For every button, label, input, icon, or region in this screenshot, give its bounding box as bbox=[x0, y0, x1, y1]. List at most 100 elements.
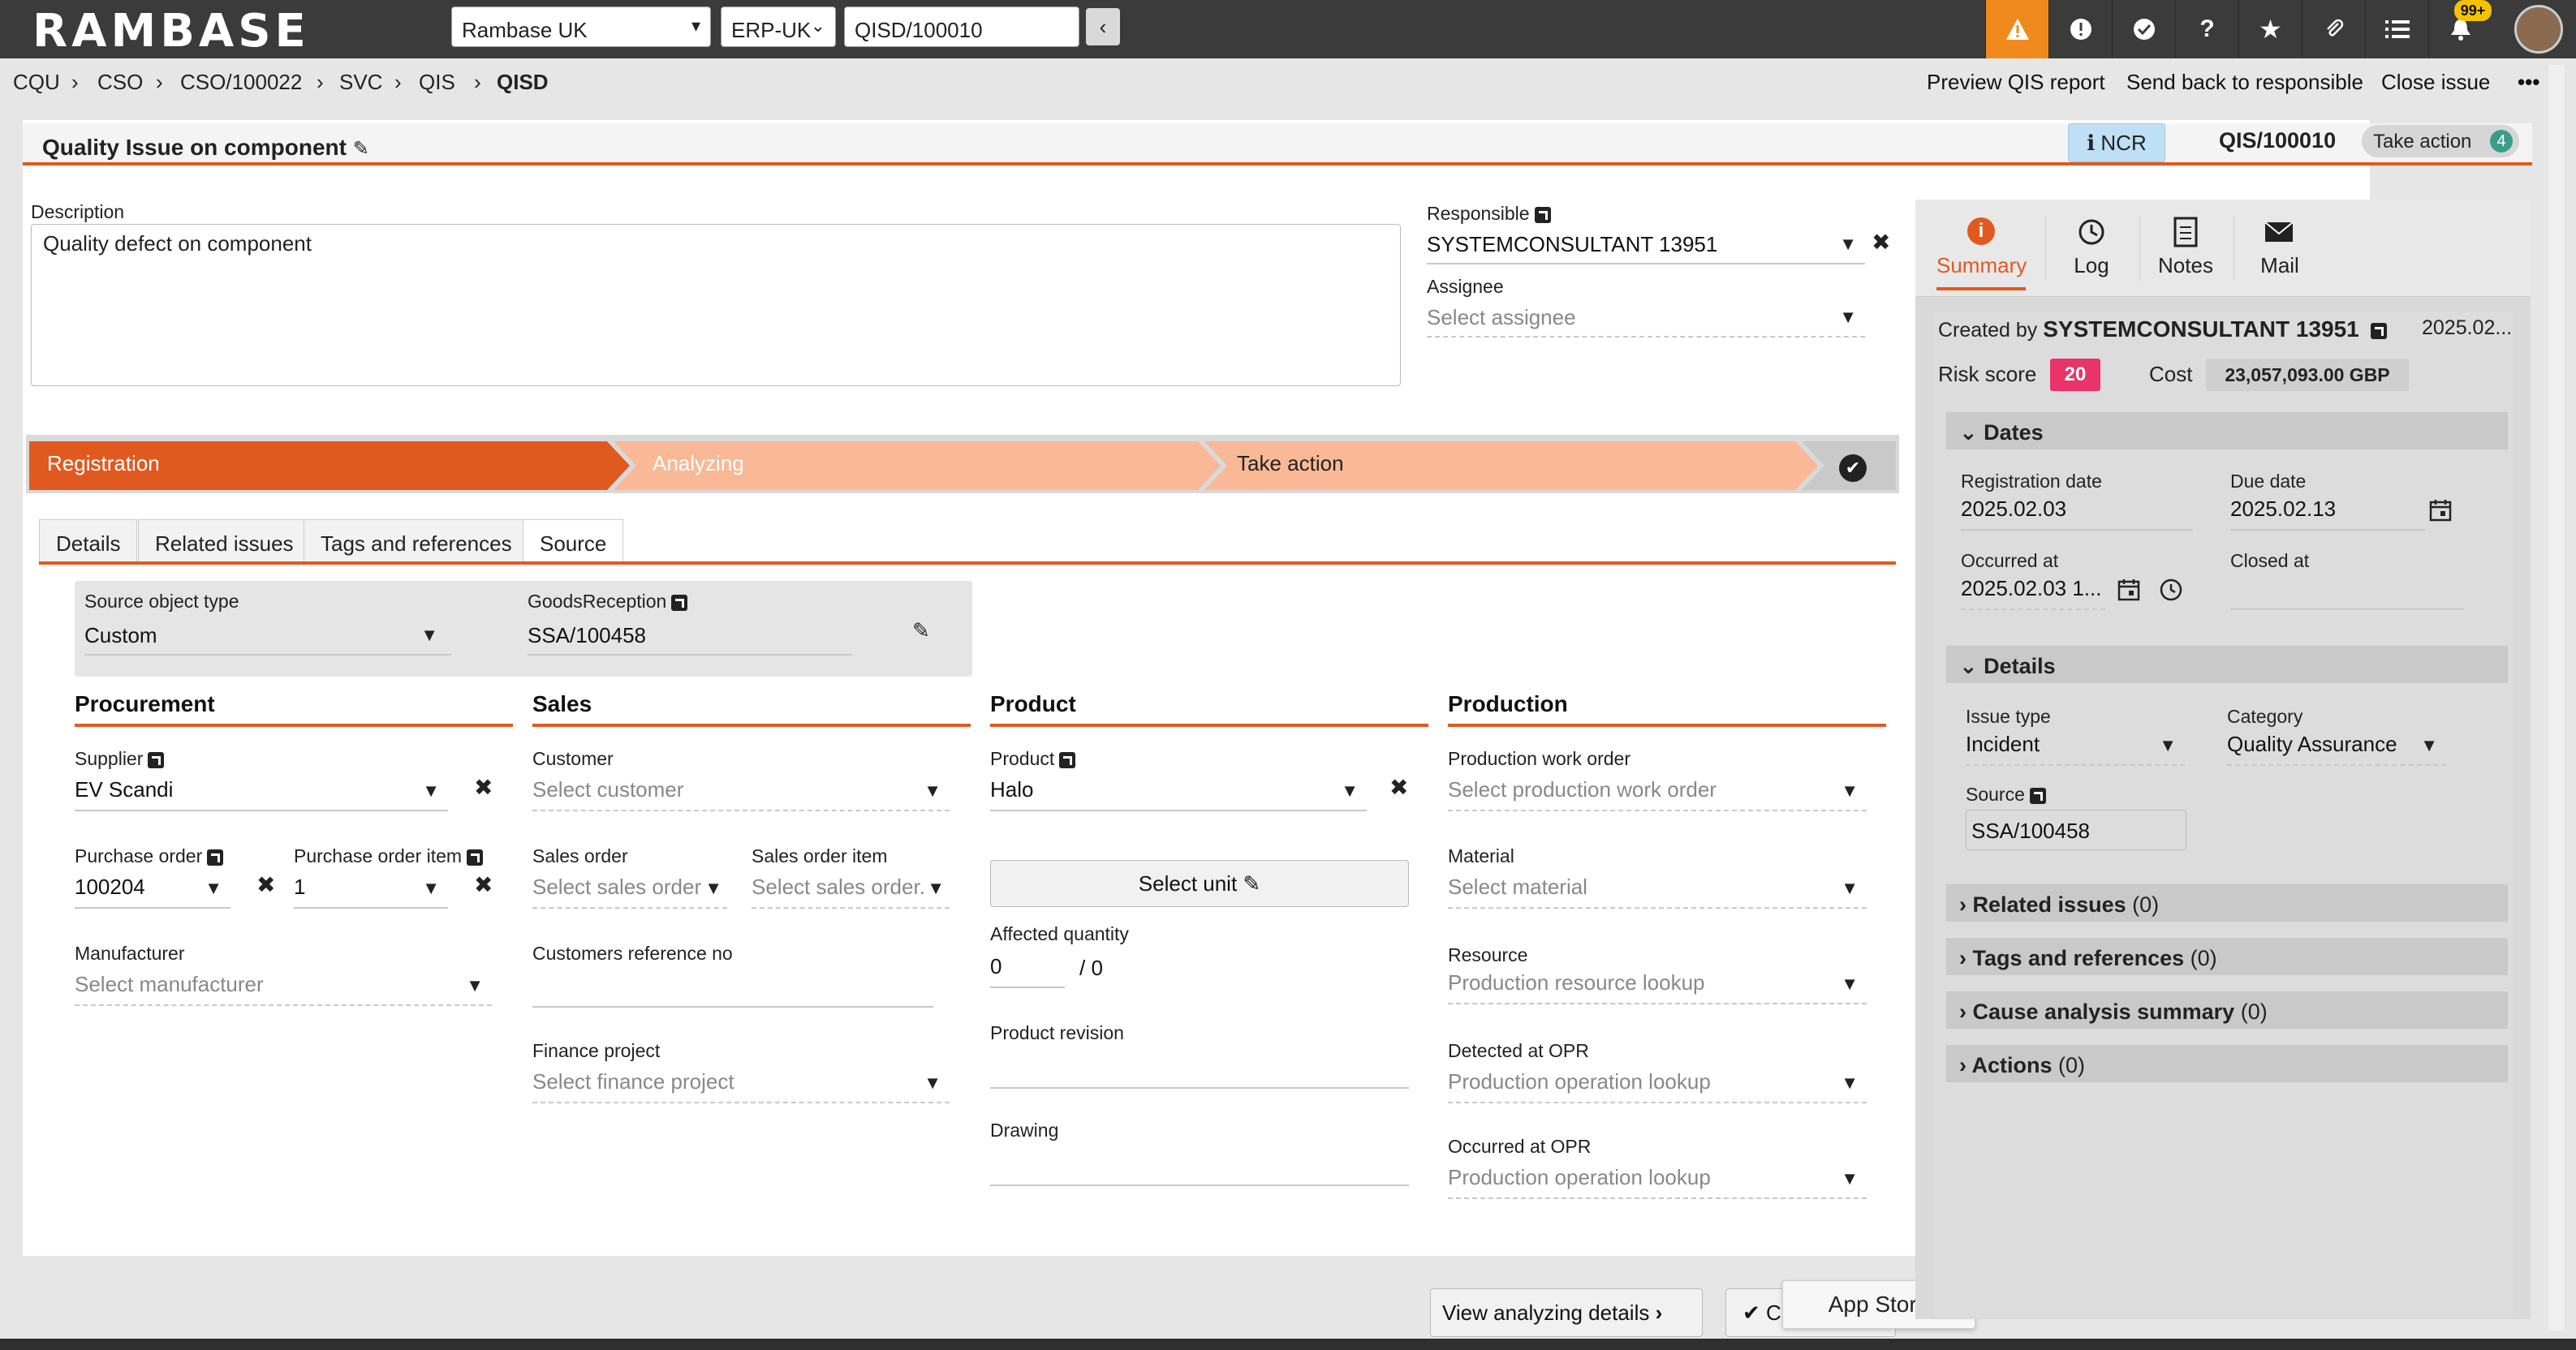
clear-product-icon[interactable]: ✖ bbox=[1389, 774, 1408, 801]
breadcrumb-qis[interactable]: QIS bbox=[419, 70, 455, 95]
affected-quantity-input[interactable]: 0 bbox=[990, 954, 1065, 988]
registration-date-field[interactable]: 2025.02.03 bbox=[1961, 497, 2193, 531]
drawing-input[interactable] bbox=[990, 1150, 1409, 1186]
manufacturer-select[interactable]: Select manufacturer ▼ bbox=[75, 972, 492, 1006]
occurred-at-field[interactable]: 2025.02.03 1... bbox=[1961, 576, 2105, 610]
closed-at-field[interactable] bbox=[2230, 576, 2464, 610]
star-icon[interactable]: ★ bbox=[2238, 0, 2302, 58]
clock-icon[interactable] bbox=[2159, 578, 2183, 602]
breadcrumb-svc[interactable]: SVC bbox=[339, 70, 382, 95]
breadcrumb-cso[interactable]: CSO bbox=[97, 70, 143, 95]
close-issue-button[interactable]: Close issue bbox=[2381, 70, 2490, 95]
sales-order-select[interactable]: Select sales order ▼ bbox=[532, 875, 727, 909]
tab-tags-and-references[interactable]: Tags and references bbox=[304, 519, 529, 565]
customer-select[interactable]: Select customer ▼ bbox=[532, 777, 950, 811]
tab-related-issues[interactable]: Related issues bbox=[138, 519, 311, 565]
clear-purchase-order-item-icon[interactable]: ✖ bbox=[474, 871, 493, 898]
calendar-icon[interactable] bbox=[2428, 498, 2453, 522]
step-registration[interactable]: Registration bbox=[47, 451, 160, 476]
clear-purchase-order-icon[interactable]: ✖ bbox=[256, 871, 275, 898]
production-section-title: Production bbox=[1448, 691, 1886, 727]
alert-icon[interactable] bbox=[2048, 0, 2112, 58]
production-work-order-select[interactable]: Select production work order ▼ bbox=[1448, 777, 1867, 811]
customers-reference-input[interactable] bbox=[532, 972, 933, 1008]
purchase-order-item-value: 1 bbox=[294, 875, 306, 899]
check-badge-icon[interactable] bbox=[2112, 0, 2175, 58]
take-action-button[interactable]: Take action 4 bbox=[2362, 125, 2519, 157]
external-link-icon[interactable] bbox=[1059, 751, 1076, 768]
external-link-icon[interactable] bbox=[207, 849, 224, 866]
side-tab-log[interactable]: Log bbox=[2047, 209, 2136, 290]
pencil-icon[interactable]: ✎ bbox=[912, 618, 930, 643]
related-issues-section-header[interactable]: › Related issues (0) bbox=[1946, 884, 2508, 922]
clear-supplier-icon[interactable]: ✖ bbox=[474, 774, 493, 801]
divider bbox=[2139, 216, 2140, 281]
external-link-icon[interactable] bbox=[1534, 206, 1551, 223]
edit-icon: ✎ bbox=[1243, 871, 1261, 896]
external-link-icon[interactable] bbox=[2029, 787, 2046, 804]
step-take-action[interactable]: Take action bbox=[1237, 451, 1344, 476]
preview-qis-report-button[interactable]: Preview QIS report bbox=[1927, 70, 2105, 95]
tab-source[interactable]: Source bbox=[523, 519, 624, 565]
purchase-order-item-select[interactable]: 1 ▼ bbox=[294, 875, 448, 909]
select-unit-button[interactable]: Select unit ✎ bbox=[990, 860, 1409, 907]
procurement-section-title: Procurement bbox=[75, 691, 513, 727]
occurred-at-opr-select[interactable]: Production operation lookup ▼ bbox=[1448, 1165, 1867, 1199]
tab-details[interactable]: Details bbox=[39, 519, 138, 565]
rambase-logo[interactable]: RAMBASE bbox=[32, 5, 310, 58]
company-select[interactable]: Rambase UK ▾ bbox=[451, 6, 711, 47]
external-link-icon[interactable] bbox=[2370, 323, 2387, 340]
calendar-icon[interactable] bbox=[2117, 578, 2141, 602]
issue-type-select[interactable]: Incident ▼ bbox=[1966, 732, 2185, 766]
side-tab-notes[interactable]: Notes bbox=[2141, 209, 2230, 290]
document-search-input[interactable]: QISD/100010 bbox=[844, 6, 1079, 47]
side-tab-summary[interactable]: i Summary bbox=[1936, 209, 2027, 290]
ncr-button[interactable]: ℹ NCR bbox=[2068, 123, 2165, 162]
category-select[interactable]: Quality Assurance ▼ bbox=[2227, 732, 2446, 766]
breadcrumb-cso-100022[interactable]: CSO/100022 bbox=[180, 70, 302, 95]
detected-at-opr-select[interactable]: Production operation lookup ▼ bbox=[1448, 1069, 1867, 1103]
help-icon[interactable]: ? bbox=[2175, 0, 2238, 58]
external-link-icon[interactable] bbox=[148, 751, 165, 768]
tags-references-section-header[interactable]: › Tags and references (0) bbox=[1946, 938, 2508, 975]
cause-analysis-section-header[interactable]: › Cause analysis summary (0) bbox=[1946, 991, 2508, 1029]
clear-responsible-icon[interactable]: ✖ bbox=[1872, 229, 1890, 256]
side-tab-mail[interactable]: Mail bbox=[2235, 209, 2324, 290]
goods-reception-field[interactable]: SSA/100458 bbox=[528, 623, 852, 656]
done-check-icon[interactable]: ✔ bbox=[1839, 454, 1867, 482]
back-button[interactable]: ‹ bbox=[1086, 8, 1120, 45]
warning-icon[interactable] bbox=[1985, 0, 2048, 58]
purchase-order-select[interactable]: 100204 ▼ bbox=[75, 875, 230, 909]
external-link-icon[interactable] bbox=[467, 849, 484, 866]
page-scrollbar[interactable] bbox=[2548, 65, 2565, 1331]
pencil-icon[interactable]: ✎ bbox=[353, 138, 369, 160]
resource-select[interactable]: Production resource lookup ▼ bbox=[1448, 970, 1867, 1004]
list-icon[interactable] bbox=[2365, 0, 2428, 58]
assignee-select[interactable]: Select assignee ▼ bbox=[1427, 305, 1865, 338]
due-date-field[interactable]: 2025.02.13 bbox=[2230, 497, 2425, 531]
details-section-header[interactable]: ⌄ Details bbox=[1946, 646, 2508, 683]
user-avatar[interactable] bbox=[2514, 5, 2563, 54]
breadcrumb-cqu[interactable]: CQU bbox=[13, 70, 60, 95]
supplier-select[interactable]: EV Scandi ▼ bbox=[75, 777, 448, 811]
dates-section-header[interactable]: ⌄ Dates bbox=[1946, 412, 2508, 449]
resource-label: Resource bbox=[1448, 944, 1528, 965]
source-type-select[interactable]: Custom ▼ bbox=[84, 623, 451, 656]
responsible-select[interactable]: SYSTEMCONSULTANT 13951 ▼ bbox=[1427, 232, 1865, 264]
external-link-icon[interactable] bbox=[671, 594, 688, 611]
product-select[interactable]: Halo ▼ bbox=[990, 777, 1367, 811]
product-revision-input[interactable] bbox=[990, 1053, 1409, 1089]
system-select[interactable]: ERP-UK ⌄ bbox=[721, 6, 836, 47]
send-back-button[interactable]: Send back to responsible bbox=[2126, 70, 2363, 95]
sales-order-item-select[interactable]: Select sales order... ▼ bbox=[752, 875, 950, 909]
description-textarea[interactable]: Quality defect on component bbox=[31, 224, 1401, 386]
step-analyzing[interactable]: Analyzing bbox=[653, 451, 744, 476]
view-analyzing-details-button[interactable]: View analyzing details › bbox=[1430, 1288, 1703, 1337]
source-field[interactable]: SSA/100458 bbox=[1966, 810, 2186, 850]
paperclip-icon[interactable] bbox=[2302, 0, 2365, 58]
page-title[interactable]: Quality Issue on component ✎ bbox=[42, 135, 369, 161]
material-select[interactable]: Select material ▼ bbox=[1448, 875, 1867, 909]
actions-section-header[interactable]: › Actions (0) bbox=[1946, 1045, 2508, 1082]
more-actions-icon[interactable]: ••• bbox=[2518, 70, 2539, 95]
finance-project-select[interactable]: Select finance project ▼ bbox=[532, 1069, 950, 1103]
